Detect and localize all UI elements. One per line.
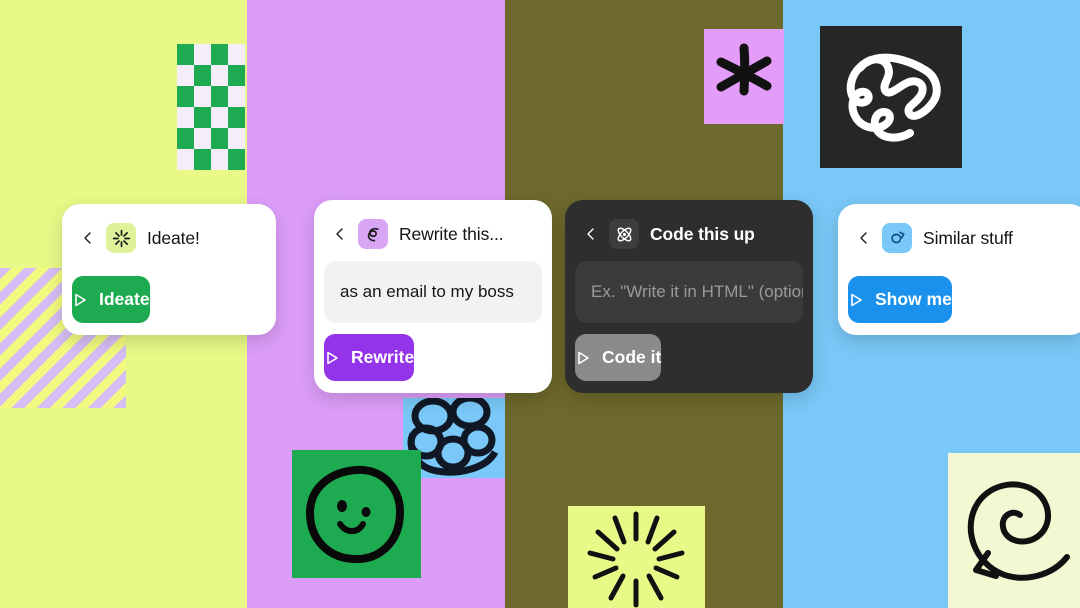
asterisk-icon xyxy=(716,43,772,96)
show-me-button-label: Show me xyxy=(875,289,952,309)
checker-cell xyxy=(211,86,228,107)
rewrite-button-label: Rewrite xyxy=(351,347,415,367)
checker-cell xyxy=(194,44,211,65)
card-similar-header: Similar stuff xyxy=(848,214,1078,265)
chevron-left-icon[interactable] xyxy=(82,232,94,244)
card-rewrite[interactable]: Rewrite this... as an email to my boss R… xyxy=(314,200,552,393)
checker-cell xyxy=(194,128,211,149)
checker-cell xyxy=(211,65,228,86)
ideate-button-label: Ideate xyxy=(99,289,150,309)
checker-cell xyxy=(194,65,211,86)
rewrite-input[interactable]: as an email to my boss xyxy=(324,261,542,323)
blob-tile xyxy=(820,26,962,168)
smiley-face-icon xyxy=(306,465,405,564)
card-ideate[interactable]: Ideate! Ideate xyxy=(62,204,276,335)
asterisk-tile xyxy=(704,29,784,124)
squiggle-pen-icon xyxy=(358,219,388,249)
checker-cell xyxy=(211,149,228,170)
play-icon xyxy=(327,351,338,364)
checker-cell xyxy=(177,149,194,170)
checker-cell xyxy=(194,86,211,107)
checker-cell xyxy=(177,128,194,149)
checker-cell xyxy=(211,128,228,149)
checker-cell xyxy=(211,107,228,128)
card-ideate-title: Ideate! xyxy=(147,227,200,248)
atom-icon xyxy=(609,219,639,249)
card-similar[interactable]: Similar stuff Show me xyxy=(838,204,1080,335)
chevron-left-icon[interactable] xyxy=(334,228,346,240)
radial-burst-icon xyxy=(587,511,685,608)
play-icon xyxy=(75,293,86,306)
smiley-tile xyxy=(292,450,421,578)
code-it-button-label: Code it xyxy=(602,347,662,367)
spiral-tile xyxy=(948,453,1080,608)
ideate-button[interactable]: Ideate xyxy=(72,276,150,323)
card-code-title: Code this up xyxy=(650,223,755,244)
card-rewrite-header: Rewrite this... xyxy=(324,210,542,261)
checker-cell xyxy=(228,149,245,170)
spiral-arrow-icon xyxy=(967,481,1070,581)
checker-cell xyxy=(194,149,211,170)
checker-cell xyxy=(228,107,245,128)
card-similar-title: Similar stuff xyxy=(923,227,1013,248)
checker-cell xyxy=(177,65,194,86)
checker-cell xyxy=(228,65,245,86)
card-code-header: Code this up xyxy=(575,210,803,261)
code-input[interactable]: Ex. "Write it in HTML" (optional) xyxy=(575,261,803,323)
play-icon xyxy=(578,351,589,364)
screenshot-canvas: Ideate! Ideate Rewrite this... as an ema… xyxy=(0,0,1080,608)
checker-cell xyxy=(228,44,245,65)
checker-cell xyxy=(177,86,194,107)
chevron-left-icon[interactable] xyxy=(585,228,597,240)
checker-cell xyxy=(177,44,194,65)
card-rewrite-title: Rewrite this... xyxy=(399,223,504,244)
burst-tile xyxy=(568,506,705,608)
sparkle-burst-icon xyxy=(106,223,136,253)
play-icon xyxy=(851,293,862,306)
checker-cell xyxy=(211,44,228,65)
code-it-button[interactable]: Code it xyxy=(575,334,662,381)
card-code[interactable]: Code this up Ex. "Write it in HTML" (opt… xyxy=(565,200,813,393)
show-me-button[interactable]: Show me xyxy=(848,276,952,323)
wavy-blob-icon xyxy=(846,53,941,142)
chevron-left-icon[interactable] xyxy=(858,232,870,244)
card-ideate-header: Ideate! xyxy=(72,214,266,265)
rewrite-button[interactable]: Rewrite xyxy=(324,334,415,381)
checker-cell xyxy=(194,107,211,128)
checkerboard-block xyxy=(177,44,245,170)
checker-cell xyxy=(228,128,245,149)
swirl-arrow-icon xyxy=(882,223,912,253)
checker-cell xyxy=(177,107,194,128)
checker-cell xyxy=(228,86,245,107)
